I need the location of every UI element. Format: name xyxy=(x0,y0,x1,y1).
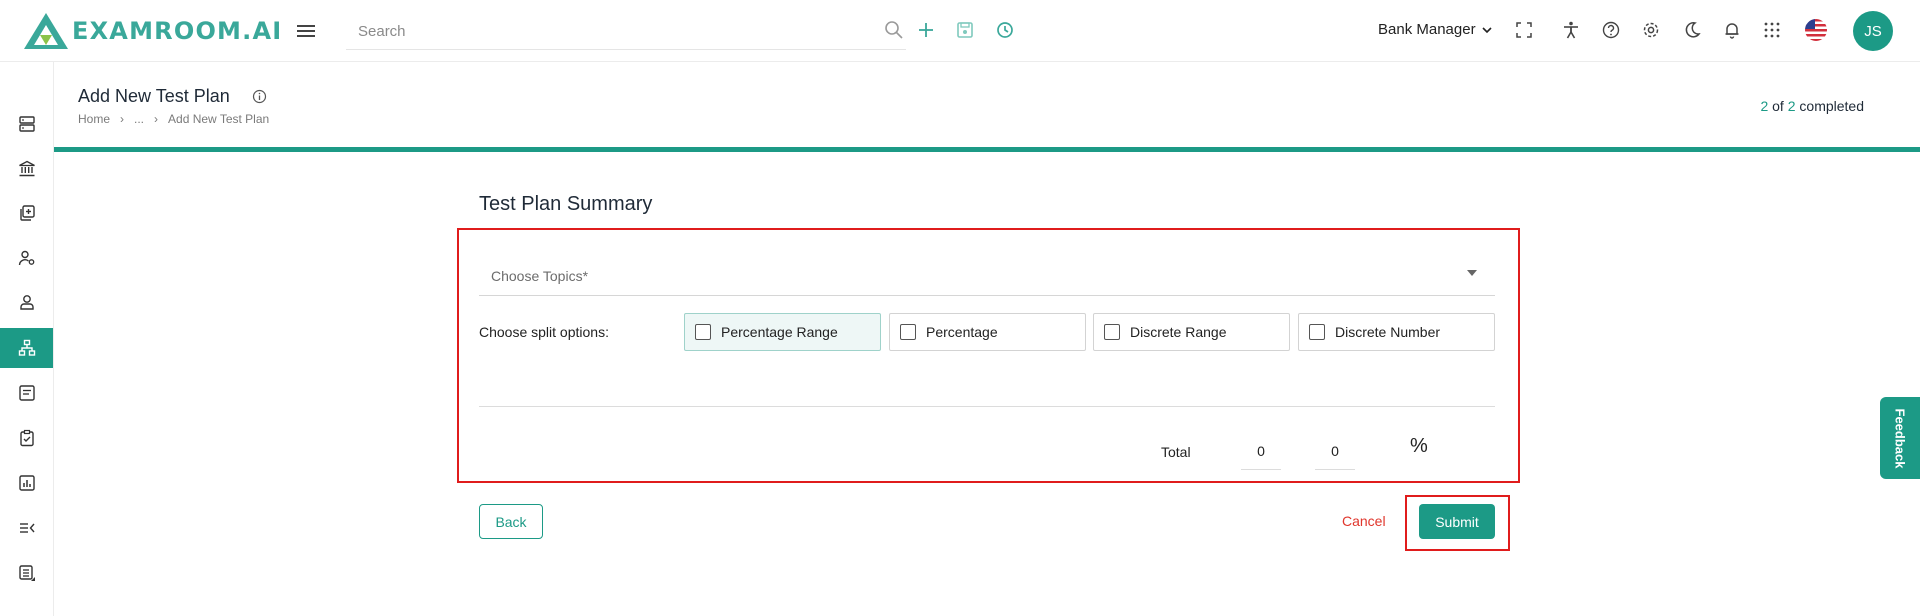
history-icon[interactable] xyxy=(994,19,1016,41)
divider xyxy=(479,406,1495,407)
apps-grid-icon[interactable] xyxy=(1761,19,1783,41)
role-label: Bank Manager xyxy=(1378,21,1476,38)
split-option-discrete-number[interactable]: Discrete Number xyxy=(1298,313,1495,351)
page-title: Add New Test Plan xyxy=(78,86,230,106)
checkbox-icon[interactable] xyxy=(1104,324,1120,340)
logo-mark-icon xyxy=(24,13,68,49)
form-icon[interactable] xyxy=(0,373,53,413)
sitemap-icon[interactable] xyxy=(0,328,53,368)
split-option-label: Discrete Range xyxy=(1130,324,1227,340)
info-icon[interactable] xyxy=(252,89,267,104)
submit-button[interactable]: Submit xyxy=(1419,504,1495,539)
split-option-percentage-range[interactable]: Percentage Range xyxy=(684,313,881,351)
bell-icon[interactable] xyxy=(1721,19,1743,41)
moon-icon[interactable] xyxy=(1681,19,1703,41)
cancel-button[interactable]: Cancel xyxy=(1342,513,1386,529)
progress-bar-fill xyxy=(54,147,1920,152)
choose-topics-label: Choose Topics* xyxy=(491,268,589,284)
breadcrumb: Home › ... › Add New Test Plan xyxy=(78,112,269,126)
search-icon[interactable] xyxy=(883,19,905,41)
feedback-tab[interactable]: Feedback xyxy=(1880,397,1920,479)
bank-icon[interactable] xyxy=(0,149,53,189)
gear-icon[interactable] xyxy=(1640,19,1662,41)
percent-symbol: % xyxy=(1410,435,1428,457)
split-option-label: Percentage Range xyxy=(721,324,838,340)
clipboard-check-icon[interactable] xyxy=(0,418,53,458)
report-chart-icon[interactable] xyxy=(0,463,53,503)
logo-text: EXAMROOM.AI xyxy=(72,17,283,45)
feedback-label: Feedback xyxy=(1892,408,1908,468)
help-icon[interactable] xyxy=(1600,19,1622,41)
progress-status: 2 of 2 completed xyxy=(1760,98,1864,114)
back-button[interactable]: Back xyxy=(479,504,543,539)
save-icon[interactable] xyxy=(954,19,976,41)
progress-total: 2 xyxy=(1787,98,1796,114)
choose-topics-dropdown[interactable]: Choose Topics* xyxy=(479,256,1495,296)
split-option-label: Discrete Number xyxy=(1335,324,1441,340)
user-avatar[interactable]: JS xyxy=(1853,11,1893,51)
collapse-list-icon[interactable] xyxy=(0,508,53,548)
progress-current: 2 xyxy=(1760,98,1769,114)
checkbox-icon[interactable] xyxy=(900,324,916,340)
flag-us-icon[interactable] xyxy=(1805,19,1827,41)
total-value-min: 0 xyxy=(1241,436,1281,470)
avatar-initials: JS xyxy=(1864,22,1882,40)
checkbox-icon[interactable] xyxy=(695,324,711,340)
top-bar: EXAMROOM.AI Bank Manager xyxy=(0,0,1920,62)
checkbox-icon[interactable] xyxy=(1309,324,1325,340)
breadcrumb-home[interactable]: Home xyxy=(78,112,110,126)
progress-suffix: completed xyxy=(1799,98,1864,114)
progress-bar xyxy=(54,147,1920,152)
caret-down-icon xyxy=(1467,270,1477,276)
menu-toggle-icon[interactable] xyxy=(296,21,316,41)
plus-icon[interactable] xyxy=(915,19,937,41)
role-dropdown[interactable]: Bank Manager xyxy=(1378,21,1492,38)
accessibility-icon[interactable] xyxy=(1560,19,1582,41)
breadcrumb-ellipsis[interactable]: ... xyxy=(134,112,144,126)
split-option-percentage[interactable]: Percentage xyxy=(889,313,1086,351)
app-logo[interactable]: EXAMROOM.AI xyxy=(22,11,282,51)
breadcrumb-separator-icon: › xyxy=(120,112,125,126)
user-settings-icon[interactable] xyxy=(0,238,53,278)
section-title: Test Plan Summary xyxy=(479,193,653,215)
total-label: Total xyxy=(1161,444,1191,460)
search-bar xyxy=(346,12,906,50)
breadcrumb-current: Add New Test Plan xyxy=(168,112,270,126)
split-options-label: Choose split options: xyxy=(479,324,609,340)
add-copy-icon[interactable] xyxy=(0,193,53,233)
chevron-down-icon xyxy=(1481,26,1492,33)
fullscreen-icon[interactable] xyxy=(1513,19,1535,41)
user-icon[interactable] xyxy=(0,282,53,322)
split-option-label: Percentage xyxy=(926,324,998,340)
server-icon[interactable] xyxy=(0,104,53,144)
total-value-max: 0 xyxy=(1315,436,1355,470)
split-option-discrete-range[interactable]: Discrete Range xyxy=(1093,313,1290,351)
search-input[interactable] xyxy=(358,20,858,42)
list-detail-icon[interactable] xyxy=(0,553,53,593)
breadcrumb-separator-icon: › xyxy=(154,112,159,126)
progress-of: of xyxy=(1772,98,1784,114)
sidebar xyxy=(0,62,54,616)
